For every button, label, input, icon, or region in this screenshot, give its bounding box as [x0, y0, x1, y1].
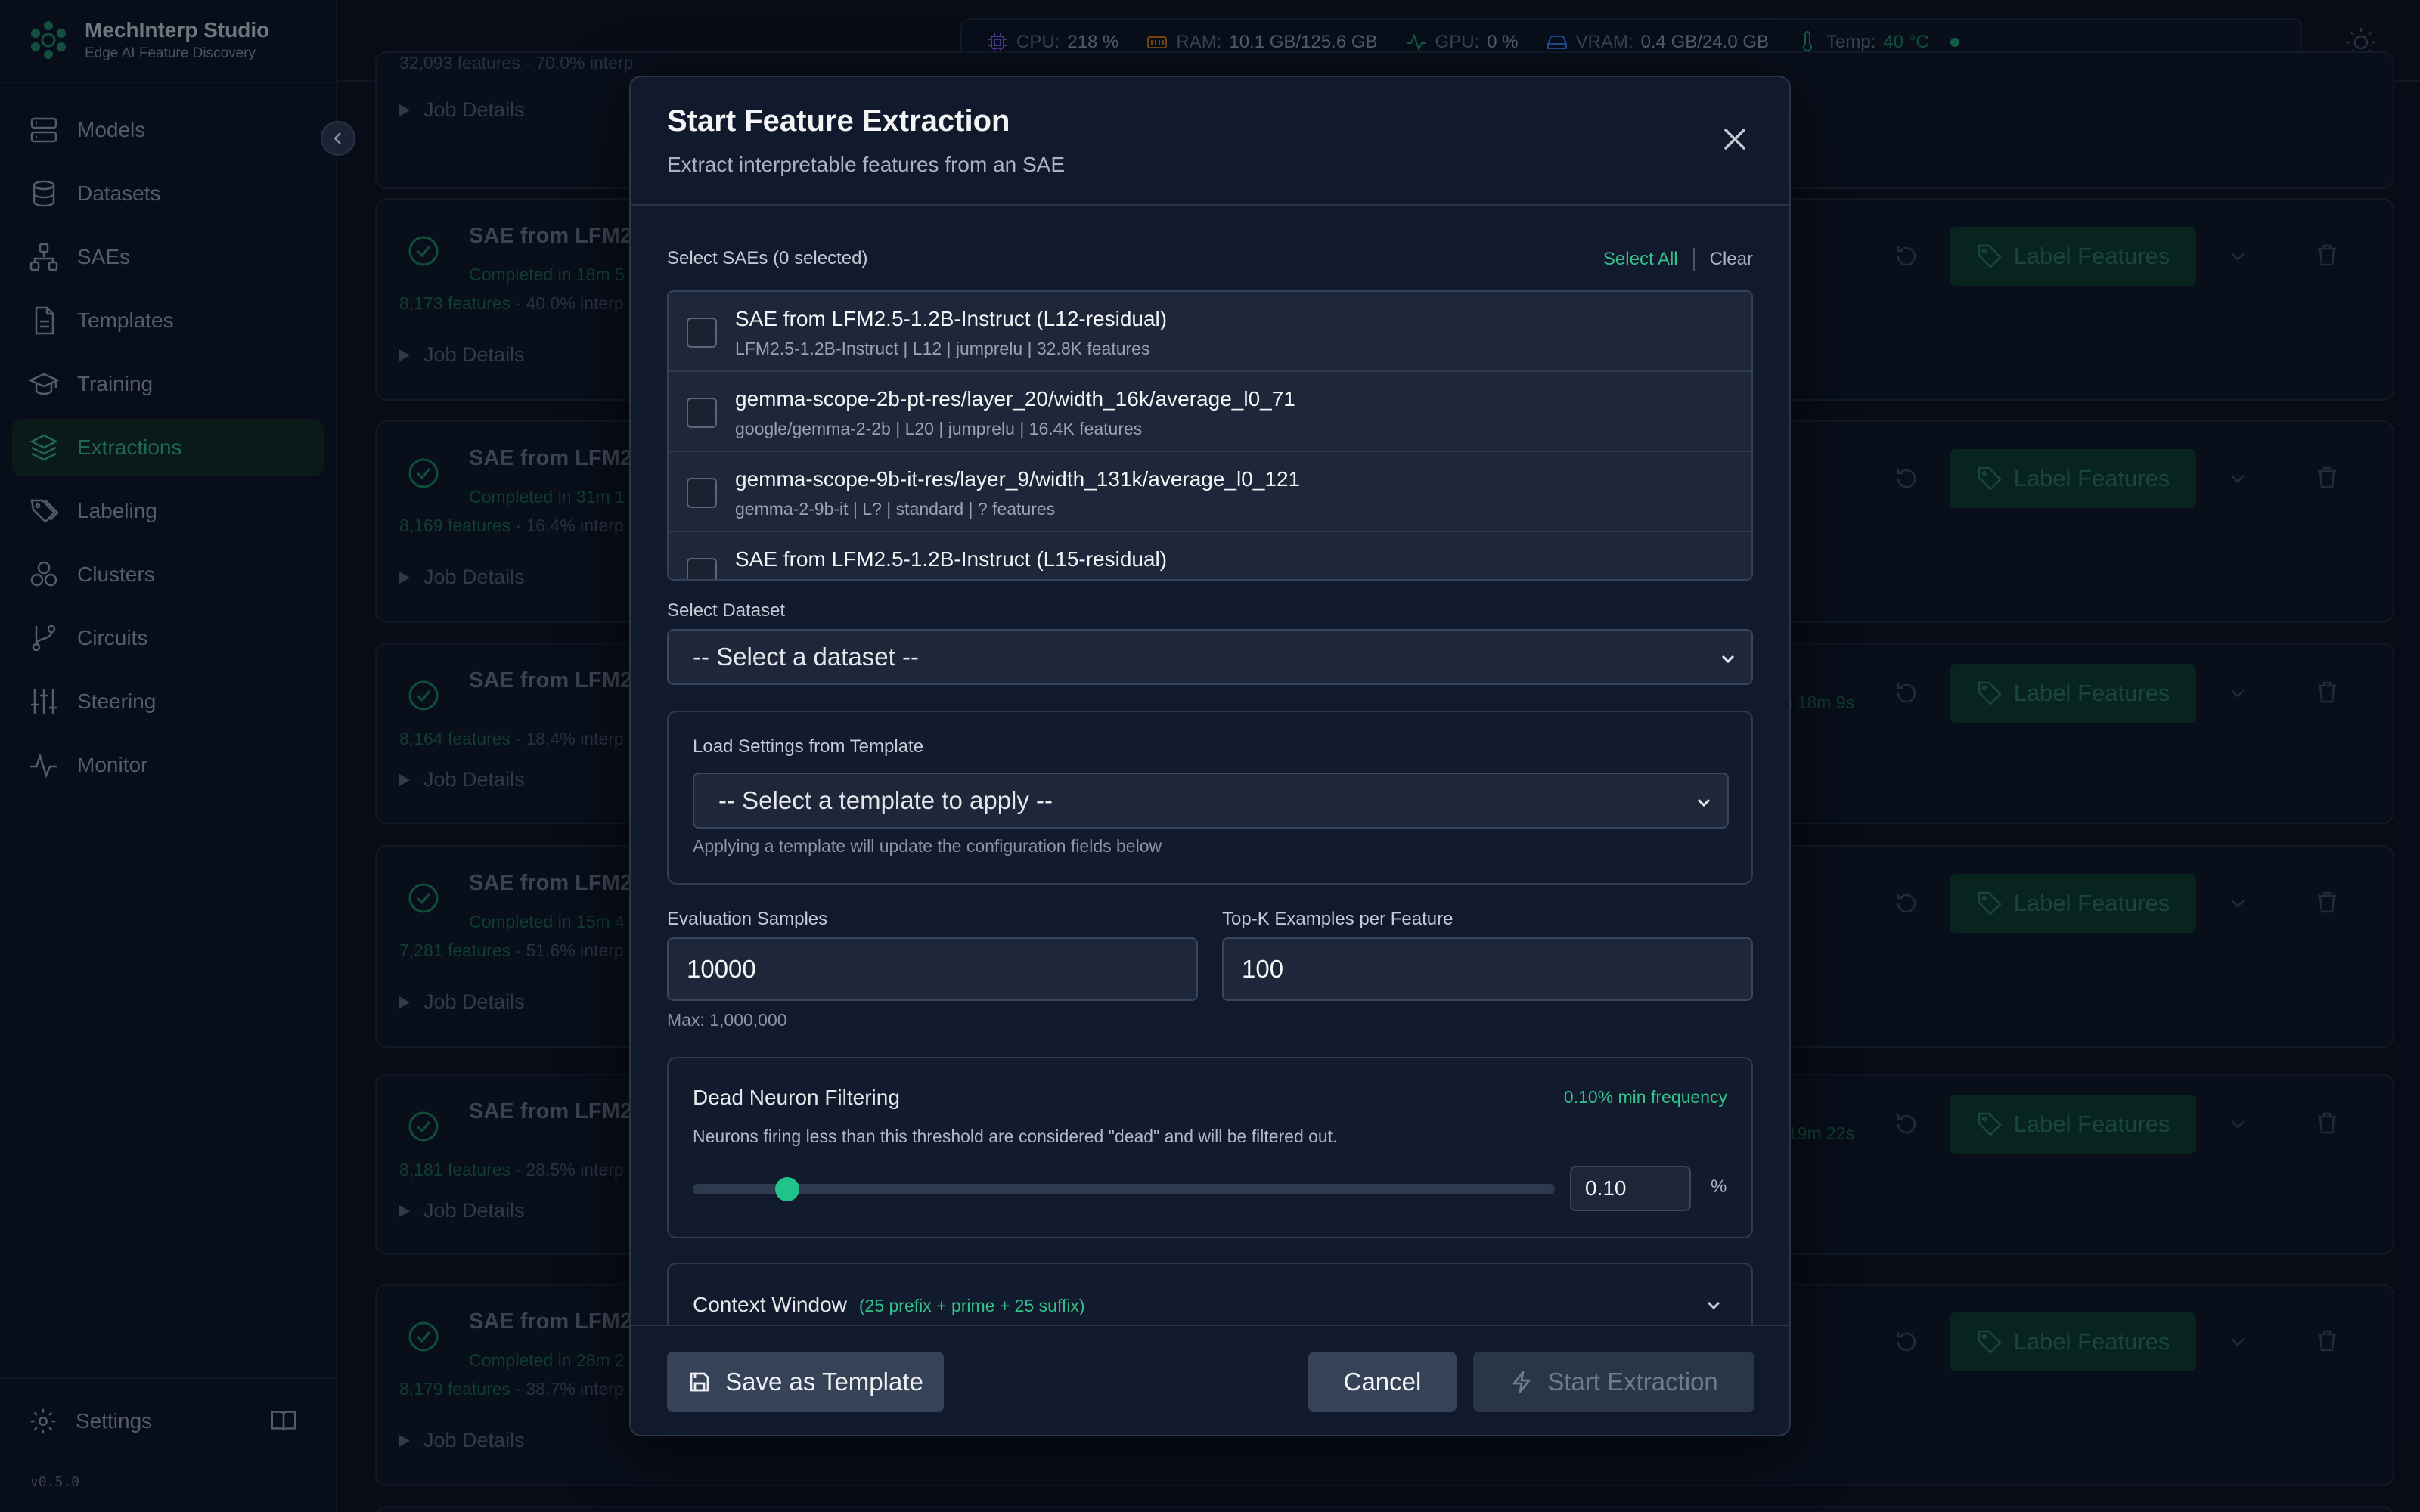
dead-neuron-frequency: 0.10% min frequency — [1563, 1087, 1727, 1107]
dead-neuron-panel: Dead Neuron Filtering 0.10% min frequenc… — [667, 1057, 1753, 1238]
sae-details: gemma-2-9b-it | L? | standard | ? featur… — [735, 499, 1056, 519]
template-label: Load Settings from Template — [693, 736, 924, 757]
list-item[interactable]: gemma-scope-9b-it-res/layer_9/width_131k… — [669, 452, 1751, 532]
sae-checkbox[interactable] — [687, 558, 717, 579]
dead-neuron-description: Neurons firing less than this threshold … — [693, 1126, 1338, 1146]
sae-name: gemma-scope-2b-pt-res/layer_20/width_16k… — [735, 387, 1295, 411]
slider-fill — [693, 1184, 788, 1194]
percent-unit: % — [1711, 1176, 1727, 1197]
divider — [1692, 248, 1695, 271]
list-item[interactable]: gemma-scope-2b-pt-res/layer_20/width_16k… — [669, 372, 1751, 452]
chevron-down-icon — [1721, 655, 1735, 664]
slider-thumb[interactable] — [775, 1177, 800, 1201]
template-help-text: Applying a template will update the conf… — [693, 836, 1162, 856]
cancel-button[interactable]: Cancel — [1308, 1352, 1457, 1412]
modal-footer: Save as Template Cancel Start Extraction — [631, 1325, 1789, 1435]
sae-name: SAE from LFM2.5-1.2B-Instruct (L15-resid… — [735, 547, 1168, 571]
dead-neuron-title: Dead Neuron Filtering — [693, 1086, 900, 1109]
sae-checkbox[interactable] — [687, 478, 717, 508]
eval-samples-input[interactable]: 10000 — [667, 937, 1198, 1001]
modal-title: Start Feature Extraction — [667, 104, 1010, 138]
chevron-down-icon — [1697, 798, 1711, 807]
dataset-select[interactable]: -- Select a dataset -- — [667, 629, 1753, 685]
eval-samples-label: Evaluation Samples — [667, 909, 828, 929]
modal-header: Start Feature Extraction Extract interpr… — [631, 77, 1789, 206]
sae-checkbox[interactable] — [687, 318, 717, 348]
dead-neuron-slider[interactable] — [693, 1177, 1555, 1201]
chevron-down-icon — [1707, 1301, 1720, 1310]
sae-checkbox[interactable] — [687, 398, 717, 428]
template-select[interactable]: -- Select a template to apply -- — [693, 773, 1729, 829]
sae-name: gemma-scope-9b-it-res/layer_9/width_131k… — [735, 467, 1301, 491]
context-window-detail: (25 prefix + prime + 25 suffix) — [858, 1296, 1085, 1315]
modal-subtitle: Extract interpretable features from an S… — [667, 153, 1066, 176]
save-icon — [690, 1372, 709, 1392]
template-panel: Load Settings from Template -- Select a … — [667, 711, 1753, 885]
topk-label: Top-K Examples per Feature — [1222, 909, 1454, 929]
eval-samples-help: Max: 1,000,000 — [667, 1010, 787, 1030]
chevron-left-icon — [334, 132, 341, 144]
select-all-button[interactable]: Select All — [1603, 249, 1678, 270]
start-extraction-modal: Start Feature Extraction Extract interpr… — [629, 76, 1791, 1436]
start-extraction-button[interactable]: Start Extraction — [1473, 1352, 1754, 1412]
list-item[interactable]: SAE from LFM2.5-1.2B-Instruct (L15-resid… — [669, 532, 1751, 579]
dataset-label: Select Dataset — [667, 600, 786, 621]
sae-name: SAE from LFM2.5-1.2B-Instruct (L12-resid… — [735, 307, 1168, 330]
topk-input[interactable]: 100 — [1222, 937, 1753, 1001]
sae-selection-header: Select SAEs (0 selected) Select All Clea… — [667, 248, 1753, 278]
save-as-template-button[interactable]: Save as Template — [667, 1352, 944, 1412]
sae-list[interactable]: SAE from LFM2.5-1.2B-Instruct (L12-resid… — [667, 290, 1753, 581]
list-item[interactable]: SAE from LFM2.5-1.2B-Instruct (L12-resid… — [669, 292, 1751, 372]
context-window-title: Context Window — [693, 1293, 847, 1316]
sae-details: LFM2.5-1.2B-Instruct | L12 | jumprelu | … — [735, 339, 1150, 358]
clear-button[interactable]: Clear — [1710, 249, 1753, 270]
close-icon[interactable] — [1718, 122, 1751, 156]
collapse-sidebar-button[interactable] — [321, 121, 355, 156]
zap-icon — [1512, 1371, 1531, 1393]
sae-details: google/gemma-2-2b | L20 | jumprelu | 16.… — [735, 419, 1143, 438]
dead-neuron-threshold-input[interactable]: 0.10 — [1570, 1166, 1691, 1211]
select-saes-label: Select SAEs (0 selected) — [667, 248, 868, 268]
